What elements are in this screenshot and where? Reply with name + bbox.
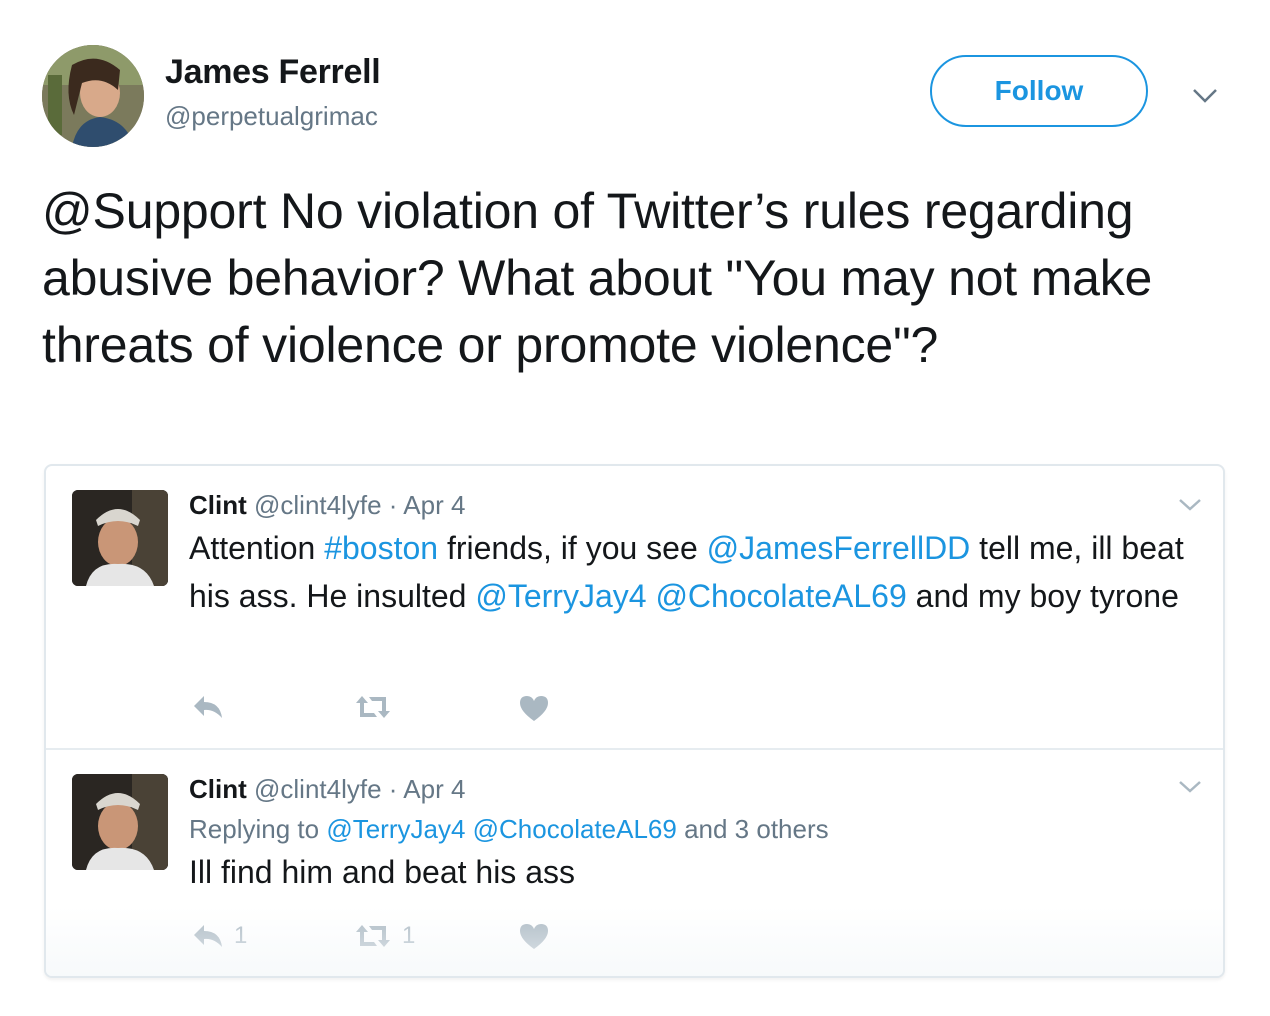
mention-link[interactable]: @ChocolateAL69: [473, 814, 677, 844]
quoted-tweet-meta: Clint @clint4lyfe · Apr 4: [189, 490, 465, 521]
hashtag-link[interactable]: #boston: [324, 530, 438, 566]
quoted-tweet-date[interactable]: Apr 4: [403, 490, 465, 520]
mention-link[interactable]: @JamesFerrellDD: [707, 530, 971, 566]
text-segment: friends, if you see: [438, 530, 707, 566]
author-name[interactable]: James Ferrell: [165, 53, 381, 92]
author-handle[interactable]: @perpetualgrimac: [165, 101, 378, 132]
quoted-tweet-date[interactable]: Apr 4: [403, 774, 465, 804]
reply-count: 1: [234, 922, 248, 949]
chevron-down-icon[interactable]: [1176, 490, 1204, 518]
text-segment: and my boy tyrone: [906, 578, 1179, 614]
mention-link[interactable]: @TerryJay4: [475, 578, 646, 614]
replying-others[interactable]: and 3 others: [677, 814, 829, 844]
meta-separator: ·: [388, 490, 398, 520]
like-action[interactable]: [518, 694, 550, 722]
retweet-icon: [356, 696, 390, 718]
retweet-action[interactable]: 1: [354, 922, 415, 950]
quoted-author-handle[interactable]: @clint4lyfe: [254, 774, 382, 804]
follow-button[interactable]: Follow: [930, 55, 1148, 127]
quoted-tweet-text: Ill find him and beat his ass: [189, 854, 575, 890]
reply-icon: [194, 696, 222, 718]
mention-link[interactable]: @ChocolateAL69: [655, 578, 906, 614]
heart-icon: [520, 924, 548, 949]
quoted-author-handle[interactable]: @clint4lyfe: [254, 490, 382, 520]
text-segment: Attention: [189, 530, 325, 566]
reply-action[interactable]: [192, 694, 234, 720]
quoted-tweet-text: Attention #boston friends, if you see @J…: [189, 524, 1199, 620]
retweet-count: 1: [402, 922, 416, 949]
heart-icon: [520, 696, 548, 721]
meta-separator: ·: [388, 774, 398, 804]
like-action[interactable]: [518, 922, 550, 950]
replying-to-label: Replying to: [189, 814, 327, 844]
quoted-author-avatar[interactable]: [72, 490, 168, 586]
reply-action[interactable]: 1: [192, 922, 247, 950]
tweet-text: @Support No violation of Twitter’s rules…: [42, 183, 1153, 373]
mention-link[interactable]: @TerryJay4: [326, 814, 465, 844]
reply-icon: [194, 925, 222, 947]
replying-to-line: Replying to @TerryJay4 @ChocolateAL69 an…: [189, 814, 829, 845]
quoted-tweets-card[interactable]: Clint @clint4lyfe · Apr 4 Attention #bos…: [44, 464, 1225, 978]
chevron-down-icon[interactable]: [1190, 80, 1220, 110]
quoted-author-name[interactable]: Clint: [189, 774, 247, 804]
quoted-author-name[interactable]: Clint: [189, 490, 247, 520]
retweet-action[interactable]: [354, 694, 402, 720]
quoted-author-avatar[interactable]: [72, 774, 168, 870]
author-avatar[interactable]: [42, 45, 144, 147]
chevron-down-icon[interactable]: [1176, 772, 1204, 800]
retweet-icon: [356, 925, 390, 947]
tweet-divider: [46, 748, 1223, 750]
quoted-tweet-meta: Clint @clint4lyfe · Apr 4: [189, 774, 465, 805]
